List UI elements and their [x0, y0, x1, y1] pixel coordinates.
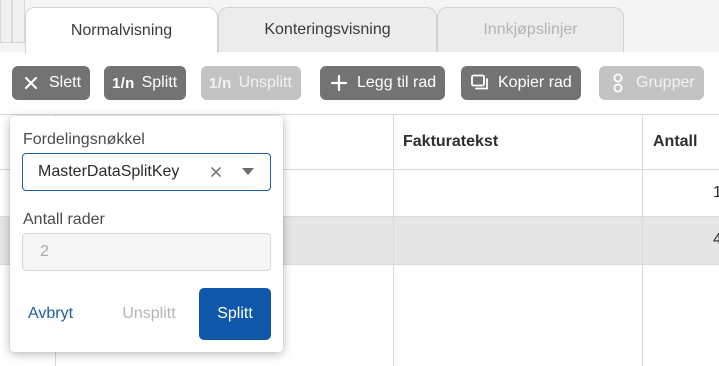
split-icon: 1/n	[112, 74, 135, 92]
group-button-label: Grupper	[636, 74, 695, 91]
row-count-input[interactable]: 2	[22, 233, 271, 271]
tab-bar: Normalvisning Konteringsvisning Innkjøps…	[0, 0, 719, 53]
grid-divider	[0, 114, 719, 115]
add-row-button-label: Legg til rad	[357, 74, 437, 91]
cancel-button-label: Avbryt	[27, 305, 74, 322]
copy-row-button[interactable]: Kopier rad	[461, 66, 581, 100]
tab-label: Konteringsvisning	[264, 21, 391, 38]
toolbar: Slett 1/n Splitt 1/n Unsplitt Legg til r…	[0, 52, 719, 114]
cell-antall[interactable]: 1	[713, 184, 719, 202]
group-button: Grupper	[599, 66, 704, 100]
split-button[interactable]: 1/n Splitt	[104, 66, 187, 100]
tab-bar-edge-inner	[12, 0, 25, 43]
cell-antall[interactable]: 4	[713, 231, 719, 249]
group-icon	[607, 72, 629, 94]
plus-icon	[328, 72, 350, 94]
delete-button-label: Slett	[49, 74, 82, 91]
tab-konteringsvisning[interactable]: Konteringsvisning	[218, 7, 437, 52]
copy-row-button-label: Kopier rad	[498, 74, 572, 91]
tab-label: Innkjøpslinjer	[483, 21, 578, 38]
split-key-value: MasterDataSplitKey	[38, 163, 180, 180]
grid-divider	[393, 114, 394, 366]
split-button-label: Splitt	[141, 74, 178, 91]
tab-bar-edge-left	[0, 0, 12, 43]
add-row-button[interactable]: Legg til rad	[320, 66, 446, 100]
column-header-antall[interactable]: Antall	[653, 114, 697, 169]
split-key-label: Fordelingsnøkkel	[23, 131, 145, 148]
tab-innkjopslinjer: Innkjøpslinjer	[437, 7, 624, 52]
split-key-select[interactable]: MasterDataSplitKey	[22, 153, 271, 191]
delete-button[interactable]: Slett	[12, 66, 91, 100]
unsplit-button: 1/n Unsplitt	[201, 66, 301, 100]
tab-label: Normalvisning	[70, 21, 173, 39]
grid-divider	[642, 114, 643, 366]
chevron-down-icon[interactable]	[242, 168, 254, 175]
unsplit-icon: 1/n	[209, 74, 232, 92]
column-header-label: Fakturatekst	[403, 132, 499, 150]
confirm-split-button-label: Splitt	[217, 305, 253, 322]
confirm-split-button[interactable]: Splitt	[199, 288, 271, 340]
clear-icon[interactable]	[208, 164, 224, 180]
column-header-label: Antall	[653, 132, 698, 150]
popup-unsplit-button-label: Unsplitt	[122, 305, 176, 322]
copy-icon	[469, 72, 491, 94]
tab-normalvisning[interactable]: Normalvisning	[25, 7, 218, 53]
split-popup: Fordelingsnøkkel MasterDataSplitKey Anta…	[10, 116, 283, 352]
column-header-fakturatekst[interactable]: Fakturatekst	[403, 114, 498, 169]
row-count-value: 2	[40, 243, 49, 260]
close-icon	[20, 72, 42, 94]
unsplit-button-label: Unsplitt	[238, 74, 292, 91]
row-count-label: Antall rader	[23, 211, 105, 228]
popup-unsplit-button: Unsplitt	[109, 288, 189, 340]
cancel-button[interactable]: Avbryt	[18, 288, 83, 340]
